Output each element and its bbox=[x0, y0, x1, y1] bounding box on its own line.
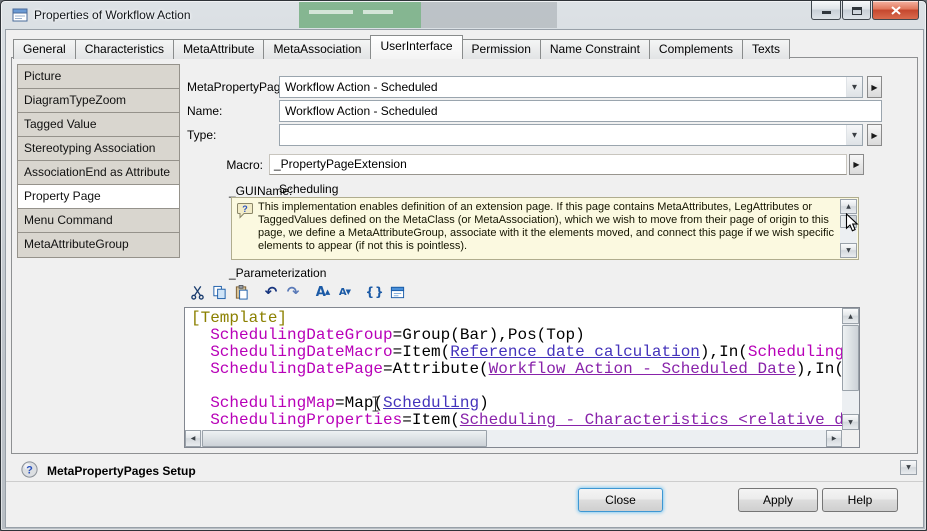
sidebar-item-stereotyping-association[interactable]: Stereotyping Association bbox=[18, 137, 179, 161]
background-window-artifact bbox=[421, 2, 557, 28]
jump-arrow-icon: ▶ bbox=[871, 131, 877, 140]
tab-complements[interactable]: Complements bbox=[649, 39, 743, 59]
status-scroll-down-icon[interactable]: ▼ bbox=[900, 460, 917, 475]
status-question-icon: ? bbox=[21, 461, 38, 478]
undo-icon[interactable]: ↶ bbox=[261, 282, 281, 302]
help-info-text: This implementation enables definition o… bbox=[258, 201, 834, 253]
text-cursor bbox=[371, 396, 380, 412]
tab-userinterface[interactable]: UserInterface bbox=[370, 35, 462, 59]
scroll-down-icon[interactable]: ▼ bbox=[840, 243, 857, 258]
apply-button[interactable]: Apply bbox=[738, 488, 818, 512]
macro-value: _PropertyPageExtension bbox=[274, 157, 407, 171]
window-icon bbox=[12, 7, 28, 23]
metapropertypage-value: Workflow Action - Scheduled bbox=[280, 77, 846, 97]
type-jump-button[interactable]: ▶ bbox=[867, 124, 882, 146]
jump-arrow-icon: ▶ bbox=[853, 160, 859, 169]
background-text-artifact bbox=[309, 10, 353, 14]
sidebar-item-property-page[interactable]: Property Page bbox=[18, 185, 179, 209]
braces-icon[interactable]: {} bbox=[365, 282, 385, 302]
code-toolbar: ↶ ↷ A▲ A▼ {} bbox=[187, 282, 409, 302]
guiname-value: Scheduling bbox=[279, 182, 338, 196]
background-window-artifact bbox=[299, 2, 421, 28]
type-label: Type: bbox=[187, 128, 216, 142]
svg-text:?: ? bbox=[26, 464, 33, 476]
ui-component-list: Picture DiagramTypeZoom Tagged Value Ste… bbox=[17, 64, 180, 258]
tab-characteristics[interactable]: Characteristics bbox=[75, 39, 174, 59]
sidebar-item-associationend-as-attribute[interactable]: AssociationEnd as Attribute bbox=[18, 161, 179, 185]
macro-label: Macro: bbox=[181, 158, 263, 172]
jump-arrow-icon: ▶ bbox=[871, 83, 877, 92]
code-lines[interactable]: [Template] SchedulingDateGroup=Group(Bar… bbox=[185, 308, 842, 430]
tab-strip: General Characteristics MetaAttribute Me… bbox=[13, 36, 789, 59]
mouse-cursor bbox=[845, 213, 859, 234]
maximize-icon bbox=[852, 7, 862, 15]
scroll-left-icon[interactable]: ◀ bbox=[185, 430, 201, 447]
svg-text:?: ? bbox=[242, 204, 248, 214]
close-icon bbox=[891, 6, 901, 15]
status-bar-text: MetaPropertyPages Setup bbox=[47, 464, 196, 478]
chevron-down-icon[interactable]: ▼ bbox=[846, 77, 862, 97]
scroll-right-icon[interactable]: ▶ bbox=[826, 430, 842, 447]
code-horizontal-scrollbar[interactable]: ◀ ▶ bbox=[185, 430, 842, 447]
background-text-artifact bbox=[363, 10, 393, 14]
metapropertypage-jump-button[interactable]: ▶ bbox=[867, 76, 882, 98]
scroll-down-icon[interactable]: ▼ bbox=[842, 414, 859, 430]
paste-icon[interactable] bbox=[231, 282, 251, 302]
copy-icon[interactable] bbox=[209, 282, 229, 302]
sidebar-item-menu-command[interactable]: Menu Command bbox=[18, 209, 179, 233]
code-editor[interactable]: [Template] SchedulingDateGroup=Group(Bar… bbox=[184, 307, 860, 448]
tab-name-constraint[interactable]: Name Constraint bbox=[540, 39, 650, 59]
scrollbar-thumb[interactable] bbox=[842, 325, 859, 391]
footer-separator bbox=[6, 481, 923, 482]
redo-icon[interactable]: ↷ bbox=[283, 282, 303, 302]
scrollbar-thumb[interactable] bbox=[202, 430, 487, 447]
dialog-window: Properties of Workflow Action General Ch… bbox=[0, 0, 927, 531]
close-window-button[interactable] bbox=[872, 1, 919, 20]
close-button[interactable]: Close bbox=[578, 488, 663, 512]
insert-field-icon[interactable] bbox=[387, 282, 407, 302]
tab-general[interactable]: General bbox=[13, 39, 76, 59]
sidebar-item-metaattributegroup[interactable]: MetaAttributeGroup bbox=[18, 233, 179, 257]
metapropertypage-label: MetaPropertyPage: bbox=[187, 80, 290, 94]
font-increase-icon[interactable]: A▲ bbox=[313, 282, 333, 302]
parameterization-label: _Parameterization bbox=[229, 266, 326, 280]
chevron-down-icon[interactable]: ▼ bbox=[846, 125, 862, 145]
code-vertical-scrollbar[interactable]: ▲ ▼ bbox=[842, 308, 859, 430]
tab-metaassociation[interactable]: MetaAssociation bbox=[263, 39, 371, 59]
maximize-button[interactable] bbox=[842, 1, 871, 20]
name-label: Name: bbox=[187, 104, 222, 118]
type-value bbox=[280, 125, 846, 145]
sidebar-item-tagged-value[interactable]: Tagged Value bbox=[18, 113, 179, 137]
sidebar-item-picture[interactable]: Picture bbox=[18, 65, 179, 89]
help-balloon-icon: ? bbox=[236, 202, 254, 219]
tab-permission[interactable]: Permission bbox=[462, 39, 541, 59]
font-decrease-icon[interactable]: A▼ bbox=[335, 282, 355, 302]
scroll-up-icon[interactable]: ▲ bbox=[842, 308, 859, 324]
window-title: Properties of Workflow Action bbox=[34, 8, 191, 22]
tab-metaattribute[interactable]: MetaAttribute bbox=[173, 39, 264, 59]
help-info-box: ? This implementation enables definition… bbox=[231, 197, 859, 260]
sidebar-item-diagramtypezoom[interactable]: DiagramTypeZoom bbox=[18, 89, 179, 113]
metapropertypage-combobox[interactable]: Workflow Action - Scheduled ▼ bbox=[279, 76, 863, 98]
minimize-button[interactable] bbox=[811, 1, 841, 20]
help-button[interactable]: Help bbox=[822, 488, 898, 512]
macro-jump-button[interactable]: ▶ bbox=[849, 154, 864, 175]
macro-field[interactable]: _PropertyPageExtension bbox=[269, 154, 847, 175]
tab-texts[interactable]: Texts bbox=[742, 39, 790, 59]
type-combobox[interactable]: ▼ bbox=[279, 124, 863, 146]
minimize-icon bbox=[822, 11, 831, 14]
scroll-up-icon[interactable]: ▲ bbox=[840, 199, 857, 214]
name-input[interactable] bbox=[279, 100, 882, 122]
scrollbar-corner bbox=[842, 430, 859, 447]
cut-icon[interactable] bbox=[187, 282, 207, 302]
